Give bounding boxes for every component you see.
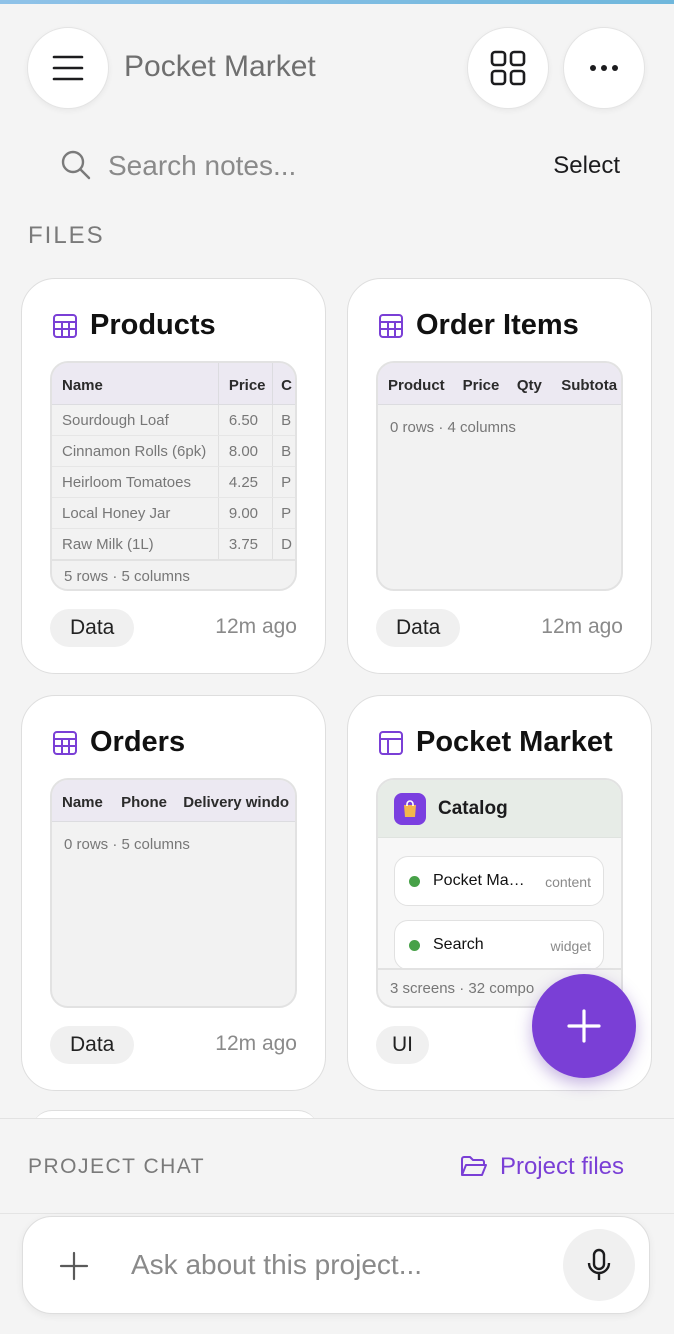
more-icon — [590, 65, 618, 71]
attach-button[interactable] — [59, 1251, 89, 1286]
table-row: Heirloom Tomatoes 4.25 P — [52, 467, 295, 498]
file-card-order-items[interactable]: Order Items Product Price Qty Subtota 0 … — [347, 278, 652, 674]
chat-input[interactable]: Ask about this project... — [131, 1249, 422, 1281]
project-chat-panel: PROJECT CHAT Project files Ask about thi… — [0, 1118, 674, 1334]
column-header: Price — [219, 363, 274, 404]
table-meta: 0 rows · 5 columns — [64, 836, 190, 853]
card-title: Products — [90, 309, 216, 341]
column-header: Qty — [516, 377, 542, 394]
app-name: Catalog — [438, 797, 508, 819]
search-bar[interactable]: Search notes... Select — [28, 136, 644, 196]
add-button[interactable] — [532, 974, 636, 1078]
plus-icon — [59, 1251, 89, 1281]
hamburger-icon — [52, 55, 84, 81]
menu-button[interactable] — [27, 27, 109, 109]
table-row: Raw Milk (1L) 3.75 D — [52, 529, 295, 560]
file-type-badge: UI — [376, 1026, 429, 1064]
microphone-button[interactable] — [563, 1229, 635, 1301]
project-files-button[interactable]: Project files — [460, 1153, 624, 1181]
search-icon — [60, 149, 92, 186]
table-cell: P — [281, 505, 292, 522]
table-row: Local Honey Jar 9.00 P — [52, 498, 295, 529]
search-input[interactable]: Search notes... — [108, 150, 296, 182]
modified-time: 12m ago — [541, 615, 623, 638]
table-preview: Name Phone Delivery windo 0 rows · 5 col… — [50, 778, 297, 1008]
table-preview: Product Price Qty Subtota 0 rows · 4 col… — [376, 361, 623, 591]
table-cell: Local Honey Jar — [52, 498, 219, 528]
table-header: Name Phone Delivery windo — [52, 780, 295, 822]
app-header: Catalog — [378, 780, 621, 838]
plus-icon — [567, 1009, 601, 1043]
grid-view-button[interactable] — [467, 27, 549, 109]
layout-icon — [378, 730, 404, 761]
table-icon — [378, 313, 404, 344]
files-section-label: FILES — [28, 222, 105, 246]
file-type-badge: Data — [376, 609, 461, 647]
chat-input-bar: Ask about this project... — [22, 1216, 650, 1314]
card-title: Orders — [90, 726, 186, 758]
table-cell: 8.00 — [219, 436, 274, 466]
screen-item-type: widget — [550, 938, 591, 954]
modified-time: 12m ago — [215, 1032, 297, 1055]
table-meta: 5 rows · 5 columns — [52, 559, 295, 589]
table-row: Cinnamon Rolls (6pk) 8.00 B — [52, 436, 295, 467]
table-cell: Cinnamon Rolls (6pk) — [52, 436, 219, 466]
table-icon — [52, 313, 78, 344]
microphone-icon — [587, 1248, 611, 1280]
file-card-orders[interactable]: Orders Name Phone Delivery windo 0 rows … — [21, 695, 326, 1091]
file-type-badge: Data — [50, 609, 135, 647]
status-dot — [409, 876, 420, 887]
table-cell: Raw Milk (1L) — [52, 529, 219, 559]
page-title: Pocket Market — [124, 50, 316, 83]
column-header: Name — [52, 363, 219, 404]
screen-item-name: Pocket Market — [433, 872, 527, 889]
screen-item-type: content — [545, 874, 591, 890]
table-header: Name Price C — [52, 363, 295, 405]
top-accent-line — [0, 0, 674, 4]
table-cell: Sourdough Loaf — [52, 405, 219, 435]
table-cell: 4.25 — [219, 467, 274, 497]
column-header: Delivery windo — [183, 794, 290, 811]
column-header: Price — [462, 377, 500, 394]
card-title: Order Items — [416, 309, 579, 341]
more-options-button[interactable] — [563, 27, 645, 109]
table-icon — [52, 730, 78, 761]
table-cell: 3.75 — [219, 529, 274, 559]
column-header: Product — [388, 377, 445, 394]
screen-item: Search widget — [394, 920, 604, 970]
project-files-label: Project files — [499, 1153, 624, 1180]
table-cell: 6.50 — [219, 405, 274, 435]
table-preview: Name Price C Sourdough Loaf 6.50 B Cinna… — [50, 361, 297, 591]
table-row: Sourdough Loaf 6.50 B — [52, 405, 295, 436]
modified-time: 12m ago — [215, 615, 297, 638]
table-cell: B — [281, 412, 292, 429]
file-type-badge: Data — [50, 1026, 135, 1064]
column-header: Name — [62, 794, 103, 811]
card-title: Pocket Market — [416, 726, 613, 758]
project-chat-label: PROJECT CHAT — [28, 1155, 206, 1178]
file-card-products[interactable]: Products Name Price C Sourdough Loaf 6.5… — [21, 278, 326, 674]
select-button[interactable]: Select — [553, 152, 620, 180]
column-header: Phone — [121, 794, 167, 811]
table-meta: 0 rows · 4 columns — [390, 419, 516, 436]
table-cell: 9.00 — [219, 498, 274, 528]
screen-item-name: Search — [433, 936, 484, 953]
table-cell: D — [281, 536, 292, 553]
table-header: Product Price Qty Subtota — [378, 363, 621, 405]
screen-item: Pocket Market content — [394, 856, 604, 906]
shopping-bag-icon — [394, 792, 426, 825]
column-header: Subtota — [561, 377, 618, 394]
table-cell: B — [281, 443, 292, 460]
status-dot — [409, 940, 420, 951]
divider — [0, 1213, 674, 1214]
folder-open-icon — [460, 1156, 487, 1176]
table-cell: Heirloom Tomatoes — [52, 467, 219, 497]
table-cell: P — [281, 474, 292, 491]
column-header: C — [281, 377, 292, 394]
grid-icon — [490, 50, 526, 86]
